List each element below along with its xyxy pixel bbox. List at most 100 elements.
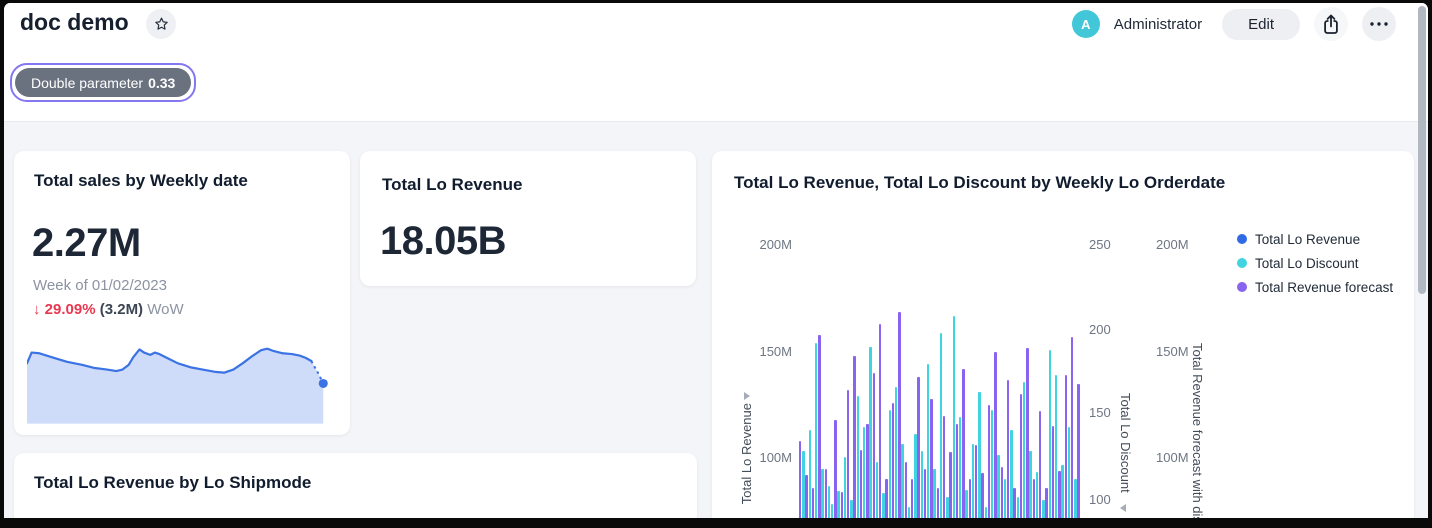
chart-bar-discount[interactable] [946,497,948,526]
chart-bar-discount[interactable] [815,343,817,525]
chart-bar-forecast[interactable] [1071,337,1073,525]
chart-bar-forecast[interactable] [805,475,807,525]
chart-bar-forecast[interactable] [812,488,814,525]
chart-bar-forecast[interactable] [1001,467,1003,526]
chart-bar-discount[interactable] [921,451,923,525]
chart-bar-discount[interactable] [927,364,929,525]
chart-bar-forecast[interactable] [1039,411,1041,525]
legend-item[interactable]: Total Lo Revenue [1237,230,1393,248]
card-shipmode[interactable]: Total Lo Revenue by Lo Shipmode [14,453,697,525]
legend-item[interactable]: Total Revenue forecast [1237,278,1393,296]
chart-bar-discount[interactable] [857,396,859,525]
chart-bar-discount[interactable] [882,493,884,525]
chart-bar-discount[interactable] [997,455,999,525]
chart-bar-forecast[interactable] [879,324,881,525]
card-total-lo-revenue[interactable]: Total Lo Revenue 18.05B [360,151,696,286]
chart-bar-forecast[interactable] [988,405,990,525]
chart-bar-discount[interactable] [908,507,910,525]
chart-bar-forecast[interactable] [873,373,875,525]
chart-bar-discount[interactable] [1023,382,1025,525]
chart-bar-discount[interactable] [1074,479,1076,525]
chart-bar-discount[interactable] [802,451,804,525]
edit-button[interactable]: Edit [1222,9,1300,40]
chart-bar-forecast[interactable] [1013,488,1015,525]
chart-bar-forecast[interactable] [943,416,945,525]
sparkline-chart[interactable] [27,346,335,432]
chart-bar-discount[interactable] [953,316,955,525]
chart-bar-discount[interactable] [1036,472,1038,525]
chart-bar-forecast[interactable] [1065,375,1067,525]
chart-bar-discount[interactable] [1010,430,1012,525]
parameter-chip[interactable]: Double parameter 0.33 [15,68,191,97]
favorite-button[interactable] [146,9,176,39]
chart-bar-discount[interactable] [828,486,830,525]
chart-bar-discount[interactable] [933,469,935,525]
chart-bar-discount[interactable] [1042,500,1044,525]
chart-bar-forecast[interactable] [956,424,958,525]
chart-bar-discount[interactable] [1049,350,1051,525]
chart-bar-forecast[interactable] [1077,384,1079,525]
legend-item[interactable]: Total Lo Discount [1237,254,1393,272]
chart-bar-forecast[interactable] [905,462,907,525]
card-total-sales[interactable]: Total sales by Weekly date 2.27M Week of… [14,151,350,435]
chart-bar-discount[interactable] [889,410,891,526]
chart-bar-forecast[interactable] [818,335,820,525]
chart-bar-forecast[interactable] [1058,471,1060,525]
chart-bar-discount[interactable] [809,430,811,525]
chart-bar-forecast[interactable] [1033,479,1035,525]
chart-bar-discount[interactable] [863,427,865,525]
chart-bar-discount[interactable] [821,469,823,525]
card-combo-chart[interactable]: Total Lo Revenue, Total Lo Discount by W… [712,151,1414,525]
chart-bar-discount[interactable] [985,507,987,525]
chart-bar-forecast[interactable] [937,488,939,525]
chart-bar-forecast[interactable] [860,450,862,526]
chart-bar-forecast[interactable] [969,479,971,525]
chart-bar-discount[interactable] [876,462,878,525]
chart-bar-discount[interactable] [959,417,961,526]
chart-bar-forecast[interactable] [994,352,996,525]
chart-bar-discount[interactable] [972,444,974,525]
chart-bar-forecast[interactable] [892,403,894,525]
chart-bar-forecast[interactable] [981,473,983,525]
chart-bar-discount[interactable] [1055,375,1057,525]
chart-bar-discount[interactable] [869,347,871,525]
avatar[interactable]: A [1072,10,1100,38]
chart-bar-forecast[interactable] [1026,348,1028,525]
chart-bar-forecast[interactable] [975,445,977,525]
vertical-scrollbar[interactable] [1418,6,1426,294]
chart-bar-forecast[interactable] [885,479,887,525]
chart-bar-discount[interactable] [837,491,839,525]
chart-bar-forecast[interactable] [924,469,926,525]
chart-bar-forecast[interactable] [911,479,913,525]
chart-bar-forecast[interactable] [917,377,919,525]
more-menu-button[interactable] [1362,7,1396,41]
chart-bar-discount[interactable] [1004,479,1006,525]
chart-bar-forecast[interactable] [1045,488,1047,525]
chart-bar-discount[interactable] [1061,465,1063,525]
chart-bar-forecast[interactable] [866,424,868,525]
chart-bar-forecast[interactable] [930,399,932,525]
chart-bar-forecast[interactable] [898,312,900,525]
combo-bars-plot[interactable] [799,151,1083,525]
chart-bar-forecast[interactable] [825,469,827,525]
chart-bar-discount[interactable] [1068,427,1070,525]
chart-bar-discount[interactable] [940,333,942,525]
chart-bar-discount[interactable] [1017,497,1019,526]
chart-bar-forecast[interactable] [799,441,801,525]
chart-bar-forecast[interactable] [949,452,951,525]
chart-bar-discount[interactable] [850,500,852,525]
chart-bar-discount[interactable] [991,410,993,526]
chart-bar-forecast[interactable] [853,356,855,525]
chart-bar-discount[interactable] [1029,451,1031,525]
chart-bar-forecast[interactable] [847,390,849,525]
share-button[interactable] [1314,7,1348,41]
chart-bar-discount[interactable] [965,490,967,525]
chart-bar-discount[interactable] [914,434,916,525]
chart-bar-discount[interactable] [831,504,833,526]
chart-bar-discount[interactable] [901,444,903,525]
chart-bar-forecast[interactable] [962,369,964,525]
chart-bar-discount[interactable] [844,457,846,526]
chart-bar-discount[interactable] [895,387,897,525]
chart-bar-forecast[interactable] [1020,394,1022,525]
chart-bar-discount[interactable] [978,392,980,525]
